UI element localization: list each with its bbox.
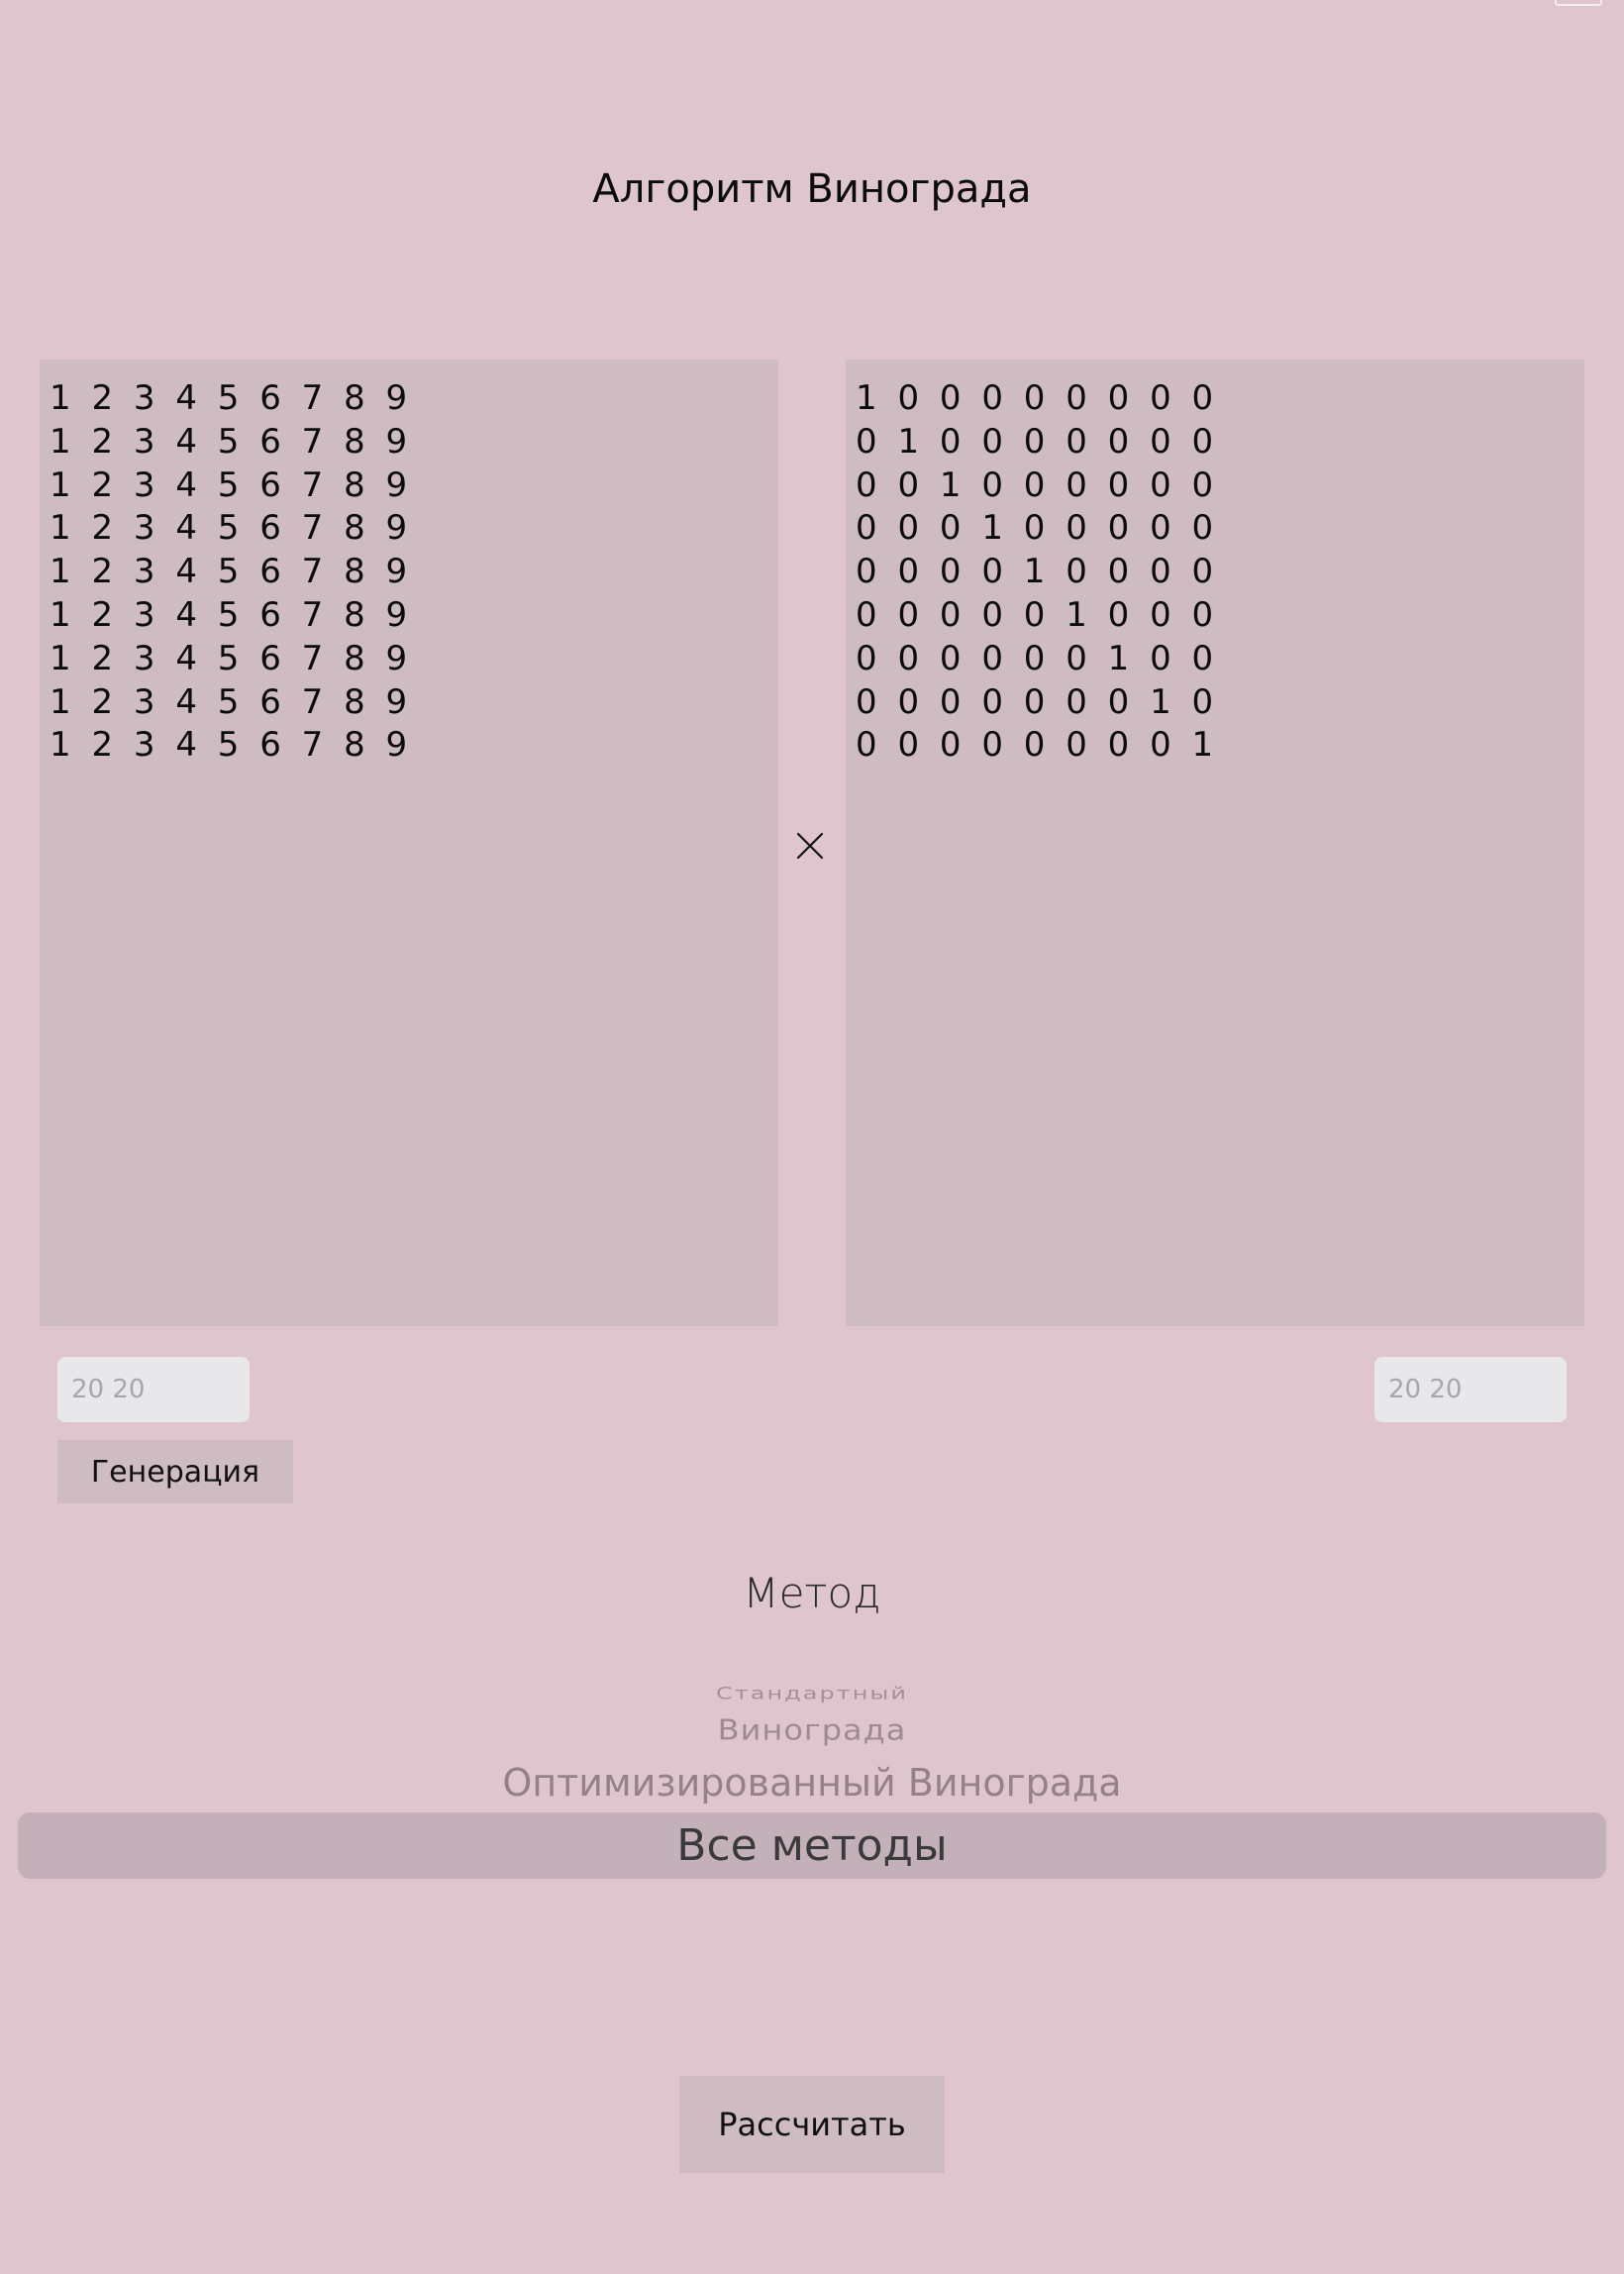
matrix-a-editor[interactable]: 1 2 3 4 5 6 7 8 9 1 2 3 4 5 6 7 8 9 1 2 … — [40, 360, 778, 1326]
generate-button[interactable]: Генерация — [57, 1440, 293, 1503]
matrix-a-size-input[interactable] — [57, 1357, 250, 1422]
calculate-button[interactable]: Рассчитать — [679, 2076, 945, 2173]
method-option-optimized-winograd[interactable]: Оптимизированный Винограда — [0, 1761, 1624, 1805]
matrix-b-editor[interactable]: 1 0 0 0 0 0 0 0 0 0 1 0 0 0 0 0 0 0 0 0 … — [846, 360, 1584, 1326]
method-option-standard[interactable]: Стандартный — [0, 1684, 1624, 1704]
matrix-b-size-input[interactable] — [1374, 1357, 1567, 1422]
method-option-all-selected[interactable]: Все методы — [18, 1812, 1606, 1879]
method-label: Метод — [743, 1569, 881, 1617]
method-option-winograd[interactable]: Винограда — [0, 1713, 1624, 1746]
page-title: Алгоритм Винограда — [592, 166, 1032, 212]
multiply-icon — [796, 832, 824, 860]
corner-menu-icon[interactable] — [1555, 0, 1602, 6]
matrix-b-text[interactable]: 1 0 0 0 0 0 0 0 0 0 1 0 0 0 0 0 0 0 0 0 … — [856, 377, 1584, 768]
matrix-a-text[interactable]: 1 2 3 4 5 6 7 8 9 1 2 3 4 5 6 7 8 9 1 2 … — [50, 377, 778, 768]
